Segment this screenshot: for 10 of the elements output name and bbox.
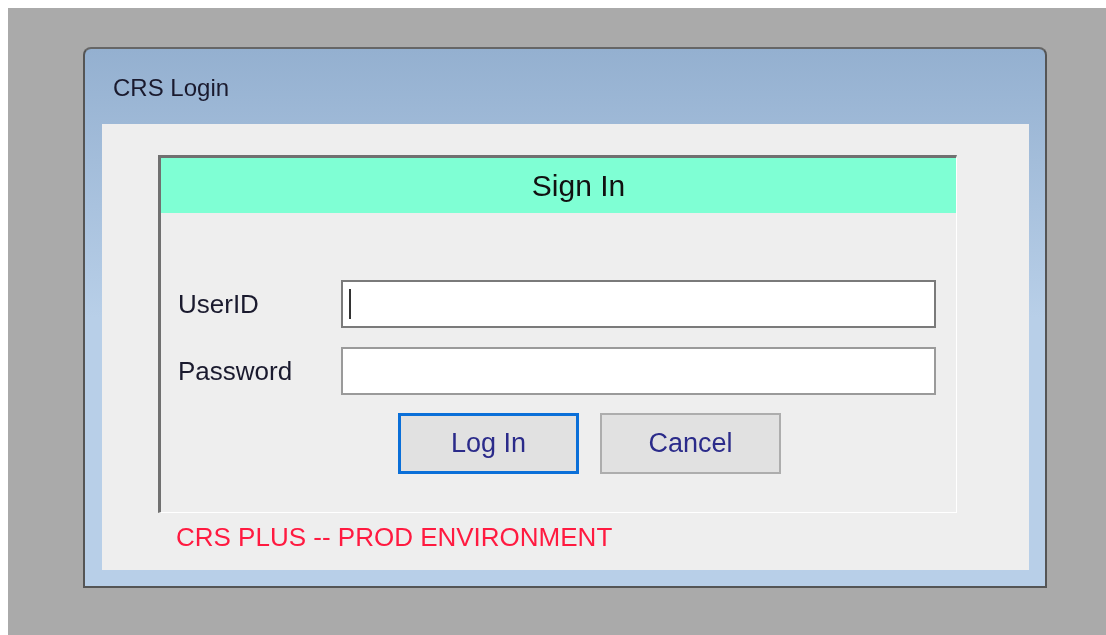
dialog-button[interactable]: Cancel xyxy=(600,413,781,474)
window-title: CRS Login xyxy=(113,72,230,103)
field-label: UserID xyxy=(178,287,260,321)
text-cursor xyxy=(349,289,351,319)
environment-note: CRS PLUS -- PROD ENVIRONMENT xyxy=(175,521,614,553)
dialog-button[interactable]: Log In xyxy=(398,413,579,474)
field-label: Password xyxy=(178,354,294,388)
input-field[interactable] xyxy=(341,280,936,328)
input-field[interactable] xyxy=(341,347,936,395)
heading: Sign In xyxy=(530,168,626,204)
